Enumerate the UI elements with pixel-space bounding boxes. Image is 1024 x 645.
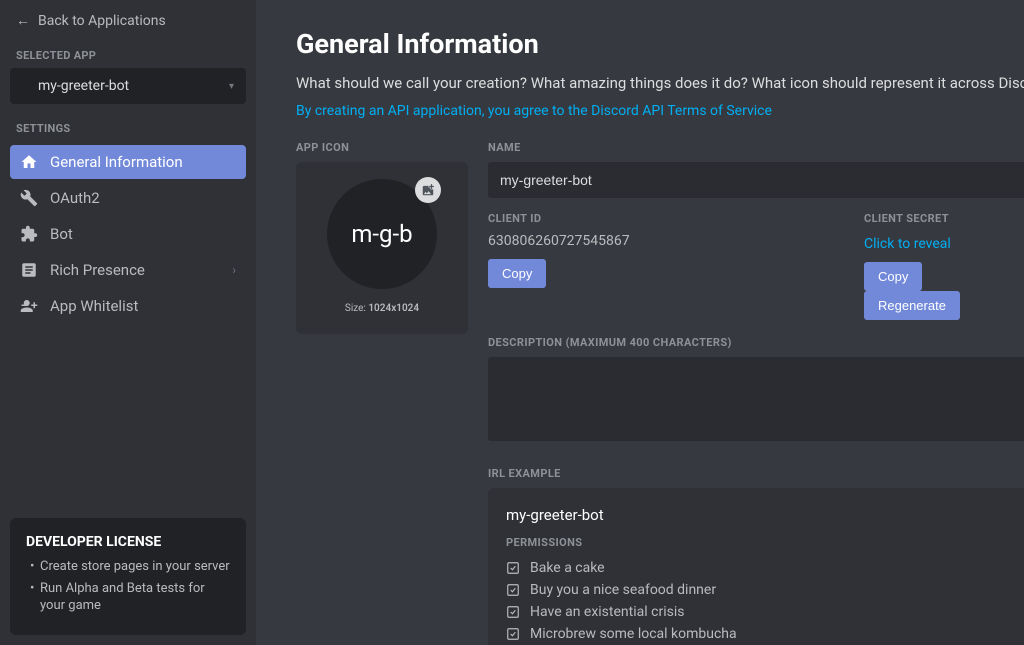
app-icon-initials: m-g-b xyxy=(351,220,412,248)
app-icon-section: APP ICON m-g-b Size: 1024x1024 xyxy=(296,141,468,645)
upload-image-icon xyxy=(415,177,441,203)
selected-app-name: my-greeter-bot xyxy=(38,78,129,94)
license-title: DEVELOPER LICENSE xyxy=(26,534,230,550)
checkbox-icon xyxy=(506,605,520,619)
selected-app-label: SELECTED APP xyxy=(0,41,256,68)
nav-label: Rich Presence xyxy=(50,261,145,279)
sidebar: ← Back to Applications SELECTED APP my-g… xyxy=(0,0,256,645)
app-icon-upload[interactable]: m-g-b Size: 1024x1024 xyxy=(296,162,468,334)
main-content: General Information What should we call … xyxy=(256,0,1024,645)
nav-label: General Information xyxy=(50,153,183,171)
chevron-right-icon: › xyxy=(232,263,236,277)
permission-item: Microbrew some local kombucha xyxy=(506,623,1006,645)
permissions-label: PERMISSIONS xyxy=(506,536,1006,549)
permission-item: Buy you a nice seafood dinner xyxy=(506,579,1006,601)
irl-example-label: IRL EXAMPLE xyxy=(488,467,1024,480)
terms-of-service-link[interactable]: By creating an API application, you agre… xyxy=(296,103,772,119)
irl-app-name: my-greeter-bot xyxy=(506,506,1006,524)
nav-label: App Whitelist xyxy=(50,297,138,315)
puzzle-icon xyxy=(20,225,38,243)
nav-label: Bot xyxy=(50,225,73,243)
app-selector-dropdown[interactable]: my-greeter-bot ▾ xyxy=(10,68,246,104)
copy-client-secret-button[interactable]: Copy xyxy=(864,262,922,291)
client-id-value: 630806260727545867 xyxy=(488,233,834,249)
client-secret-section: CLIENT SECRET Click to reveal Copy Regen… xyxy=(864,212,1024,320)
checkbox-icon xyxy=(506,561,520,575)
description-input[interactable] xyxy=(488,357,1024,441)
document-icon xyxy=(20,261,38,279)
description-label: DESCRIPTION (MAXIMUM 400 CHARACTERS) xyxy=(488,336,1024,349)
person-minus-icon xyxy=(20,297,38,315)
regenerate-secret-button[interactable]: Regenerate xyxy=(864,291,960,320)
developer-license-card: DEVELOPER LICENSE Create store pages in … xyxy=(10,518,246,635)
nav-general-information[interactable]: General Information xyxy=(10,145,246,179)
app-icon-circle: m-g-b xyxy=(327,179,437,289)
wrench-icon xyxy=(20,189,38,207)
client-id-section: CLIENT ID 630806260727545867 Copy xyxy=(488,212,834,320)
client-id-label: CLIENT ID xyxy=(488,212,834,225)
copy-client-id-button[interactable]: Copy xyxy=(488,259,546,288)
page-title: General Information xyxy=(296,28,1024,60)
form-column: NAME CLIENT ID 630806260727545867 Copy C… xyxy=(488,141,1024,645)
home-icon xyxy=(20,153,38,171)
click-to-reveal-link[interactable]: Click to reveal xyxy=(864,236,951,252)
arrow-left-icon: ← xyxy=(16,12,30,29)
permission-item: Have an existential crisis xyxy=(506,601,1006,623)
app-icon-size: Size: 1024x1024 xyxy=(345,303,419,314)
checkbox-icon xyxy=(506,627,520,641)
chevron-down-icon: ▾ xyxy=(229,81,234,92)
name-input[interactable] xyxy=(488,162,1024,198)
license-item: Run Alpha and Beta tests for your game xyxy=(30,580,230,615)
settings-nav: General Information OAuth2 Bot Rich Pres… xyxy=(0,141,256,329)
permission-item: Bake a cake xyxy=(506,557,1006,579)
client-secret-label: CLIENT SECRET xyxy=(864,212,1024,225)
back-link-text: Back to Applications xyxy=(38,13,166,29)
nav-bot[interactable]: Bot xyxy=(10,217,246,251)
irl-example-card: my-greeter-bot PERMISSIONS Bake a cake B… xyxy=(488,488,1024,645)
page-subtitle: What should we call your creation? What … xyxy=(296,74,1024,92)
app-icon-label: APP ICON xyxy=(296,141,468,154)
back-to-applications-link[interactable]: ← Back to Applications xyxy=(0,0,256,41)
name-label: NAME xyxy=(488,141,1024,154)
license-list: Create store pages in your server Run Al… xyxy=(26,558,230,615)
license-item: Create store pages in your server xyxy=(30,558,230,576)
checkbox-icon xyxy=(506,583,520,597)
nav-app-whitelist[interactable]: App Whitelist xyxy=(10,289,246,323)
nav-label: OAuth2 xyxy=(50,189,100,207)
nav-oauth2[interactable]: OAuth2 xyxy=(10,181,246,215)
permissions-list: Bake a cake Buy you a nice seafood dinne… xyxy=(506,557,1006,645)
nav-rich-presence[interactable]: Rich Presence › xyxy=(10,253,246,287)
settings-label: SETTINGS xyxy=(0,114,256,141)
